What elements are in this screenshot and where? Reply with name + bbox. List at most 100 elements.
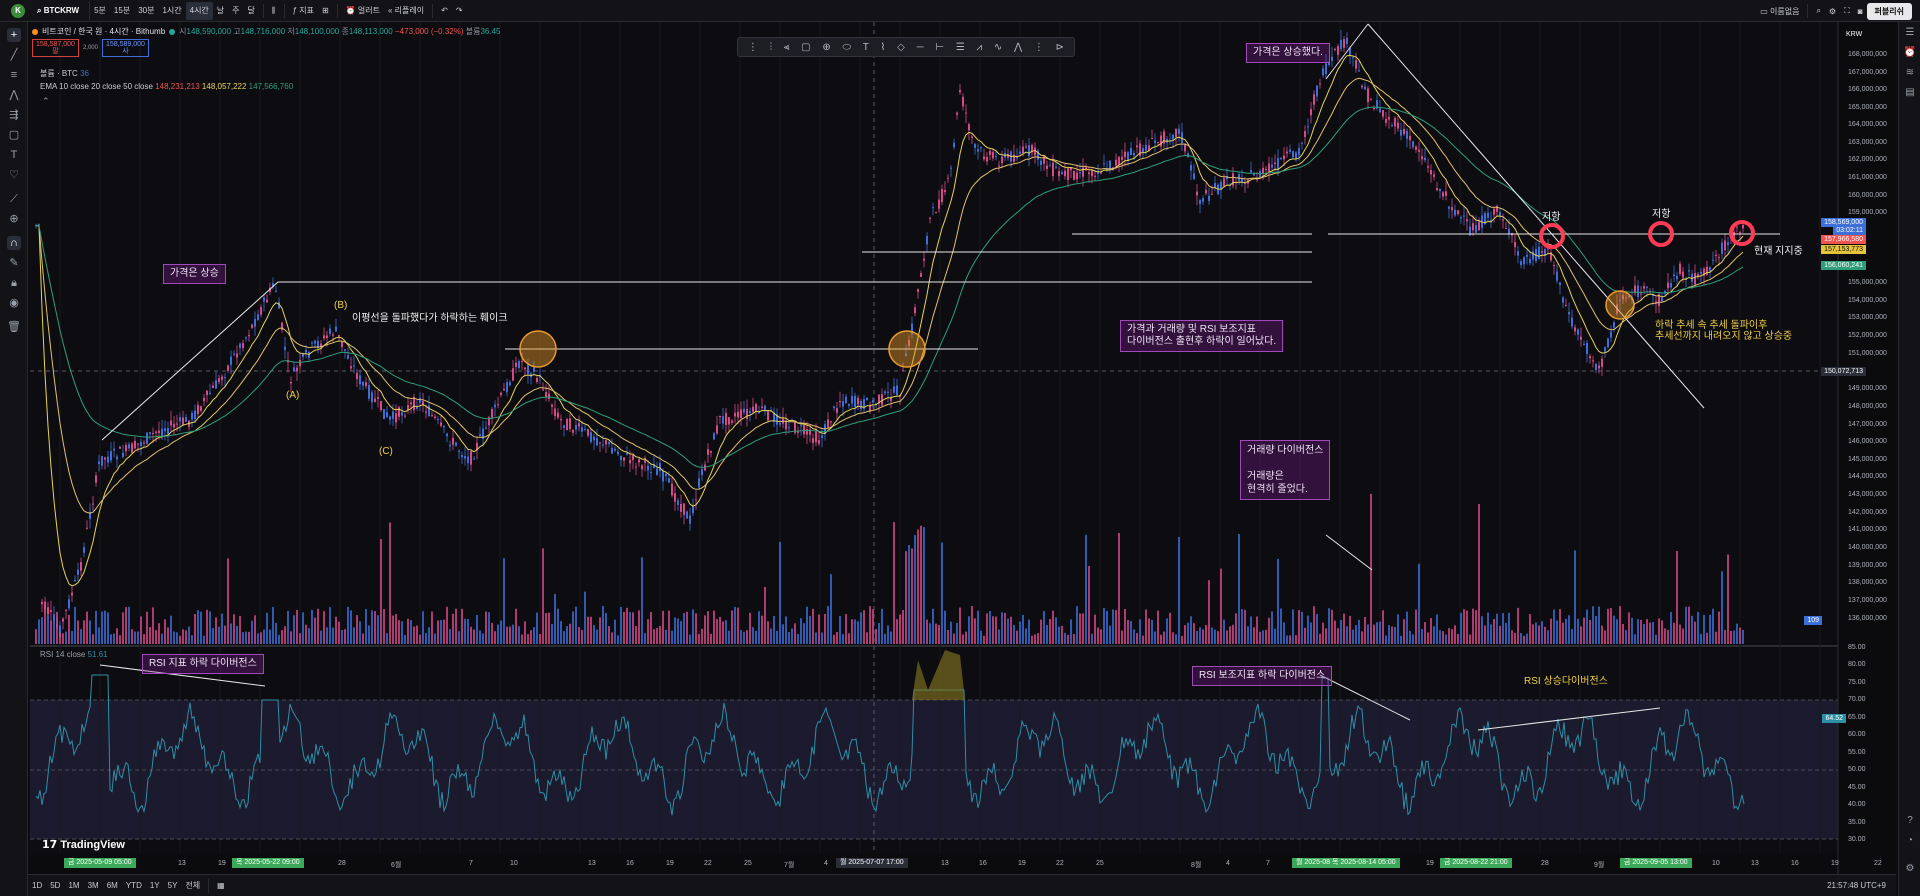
range-ytd[interactable]: YTD [122,881,146,890]
arrow-icon[interactable]: ⊳ [1056,42,1064,53]
candle [1064,170,1066,177]
volume-bar [1688,606,1690,644]
time-tick: 8월 [1191,862,1202,869]
range-3m[interactable]: 3M [84,881,103,890]
range-1y[interactable]: 1Y [146,881,164,890]
candle [392,411,394,419]
candle [713,433,715,440]
goto-date-icon[interactable]: ▦ [213,881,229,890]
sell-button[interactable]: 158,587,000 팔 [32,39,79,57]
price-tick: 137,000,000 [1848,597,1887,604]
note-price-up-left[interactable]: 가격은 상승 [163,264,226,284]
price-tick: 146,000,000 [1848,438,1887,445]
candle [440,422,442,426]
ema10-tag: 157,966,580 [1821,235,1866,244]
volume-bar [1577,618,1579,644]
volume-bar [308,628,310,644]
rectangle-icon[interactable]: ▢ [801,42,810,53]
candle [1415,146,1417,150]
candle [239,343,241,348]
range-6m[interactable]: 6M [103,881,122,890]
candle [1505,228,1507,230]
candle [629,459,631,464]
eraser-icon[interactable]: ◇ [897,42,905,53]
volume-bar [1679,624,1681,644]
volume-bar [1445,634,1447,644]
volume-bar [1007,618,1009,644]
volume-bar [1055,617,1057,644]
note-price-up-right[interactable]: 가격은 상승했다. [1246,43,1330,63]
volume-bar [683,613,685,644]
range-5d[interactable]: 5D [46,881,64,890]
range-1d[interactable]: 1D [28,881,46,890]
candle [1406,130,1408,139]
channel-icon[interactable]: ⫷ [784,42,790,53]
candle [584,428,586,430]
note-divergence-box[interactable]: 가격과 거래량 및 RSI 보조지표 다이버전스 출현후 하락이 일어났다. [1120,320,1284,352]
collapse-legend-icon[interactable]: ⌃ [42,96,50,107]
volume-bar [512,624,514,644]
ellipse-icon[interactable]: ⬭ [842,42,851,53]
volume-bar [1274,628,1276,644]
time-tag-6: 금 2025-09-05 13:00 [1620,858,1692,868]
volume-bar [1481,616,1483,644]
volume-bar [800,618,802,644]
note-rsi-div-left[interactable]: RSI 지표 하락 다이버전스 [142,654,264,674]
vertical-line-icon[interactable]: ⋮ [1034,42,1044,53]
volume-bar [626,607,628,644]
candle [1553,265,1555,267]
range-5y[interactable]: 5Y [164,881,182,890]
price-tick: 142,000,000 [1848,509,1887,516]
volume-bar [734,606,736,644]
candle [500,392,502,396]
candle [593,436,595,441]
candle [434,416,436,419]
horizontal-line-icon[interactable]: ─ [917,42,924,53]
volume-bar [1085,534,1087,644]
circle-icon[interactable]: ⊕ [822,42,830,53]
candle [1427,166,1429,168]
range-1m[interactable]: 1M [64,881,83,890]
volume-bar [641,557,643,644]
range-all[interactable]: 전체 [181,880,204,891]
elliott-icon[interactable]: ⩘ [977,42,983,53]
candle [1580,336,1582,340]
volume-bar [962,634,964,644]
volume-bar [860,612,862,644]
ray-icon[interactable]: ⊢ [935,42,944,53]
candle [1595,363,1597,370]
bar-timer-tag: 03:02:11 [1833,226,1866,235]
candle [1073,170,1075,180]
pattern-tool-icon[interactable]: ⋀ [1014,42,1022,53]
candle [848,404,850,406]
text-tool-icon[interactable]: T [863,42,869,53]
clock[interactable]: 21:57:48 UTC+9 [1823,881,1890,890]
candle [65,609,67,611]
candle [1388,116,1390,120]
fib-tool-icon[interactable]: ☰ [956,42,965,53]
volume-bar [491,622,493,644]
pitchfork-icon[interactable]: ⫶ [770,42,773,53]
candle [1478,221,1480,231]
buy-button[interactable]: 158,589,000 사 [101,39,149,57]
volume-bar [1262,630,1264,644]
price-chart[interactable] [0,0,1920,896]
divider [208,878,210,893]
wave-icon[interactable]: ∿ [994,42,1002,53]
volume-bar [227,558,229,644]
candle [779,422,781,425]
candle [419,397,421,403]
drag-handle-icon[interactable]: ⋮ [748,42,758,53]
volume-bar [251,620,253,644]
candle [1514,242,1516,248]
volume-bar [347,606,349,644]
note-rsi-div-mid[interactable]: RSI 보조지표 하락 다이버전스 [1192,666,1333,686]
volume-bar [473,629,475,644]
candle [1613,322,1615,328]
note-volume-divergence[interactable]: 거래량 다이버전스 거래량은 현격히 줄었다. [1240,440,1331,500]
currency-selector[interactable]: KRW [1846,31,1862,38]
brush-icon[interactable]: ⌇ [881,42,886,53]
candle [764,405,766,411]
volume-bar [527,634,529,644]
candle [962,96,964,107]
